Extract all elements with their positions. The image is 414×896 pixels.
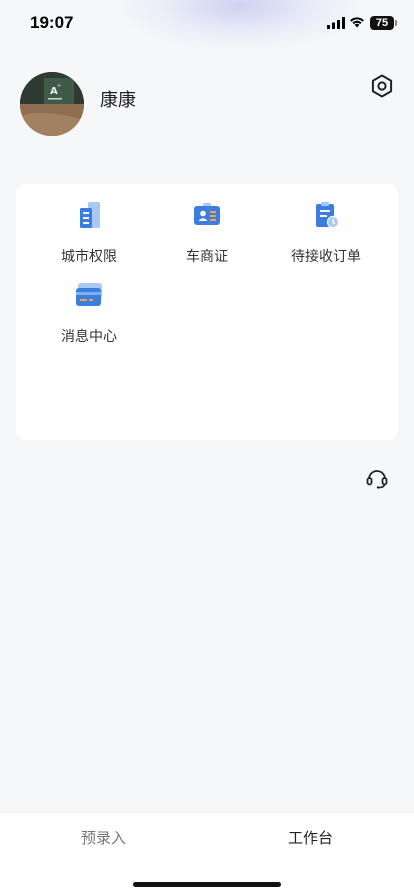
tab-workbench[interactable]: 工作台 (207, 827, 414, 848)
profile-header: A + 康康 (0, 68, 414, 148)
tab-pre-entry[interactable]: 预录入 (0, 827, 207, 848)
status-time: 19:07 (30, 13, 74, 32)
avatar-photo: A + (20, 72, 84, 136)
cellular-signal-icon (327, 17, 345, 29)
avatar[interactable]: A + (20, 72, 84, 136)
svg-text:+: + (57, 83, 61, 89)
status-bar: 19:07 75 (0, 0, 414, 48)
clipboard-clock-icon (316, 202, 340, 229)
headset-support-icon[interactable] (365, 466, 389, 490)
menu-item-pending-orders[interactable]: 待接收订单 (266, 200, 386, 265)
menu-item-message-center[interactable]: 消息中心 (29, 280, 149, 345)
wifi-icon (350, 17, 364, 28)
menu-label-dealer-license: 车商证 (186, 249, 228, 265)
menu-label-city-permission: 城市权限 (61, 249, 117, 265)
user-name: 康康 (100, 90, 136, 111)
menu-label-message-center: 消息中心 (61, 329, 117, 345)
menu-item-dealer-license[interactable]: 车商证 (147, 200, 267, 265)
city-buildings-icon (80, 202, 100, 228)
settings-icon[interactable] (369, 73, 395, 99)
battery-indicator: 75 (370, 16, 394, 30)
feature-menu-card: 城市权限 车商证 待接收订单 消息中心 (16, 184, 398, 440)
battery-tip (395, 20, 397, 26)
menu-item-city-permission[interactable]: 城市权限 (29, 200, 149, 265)
home-indicator (133, 882, 281, 887)
menu-label-pending-orders: 待接收订单 (291, 249, 361, 265)
id-card-icon (194, 203, 220, 225)
card-message-icon (76, 283, 102, 306)
